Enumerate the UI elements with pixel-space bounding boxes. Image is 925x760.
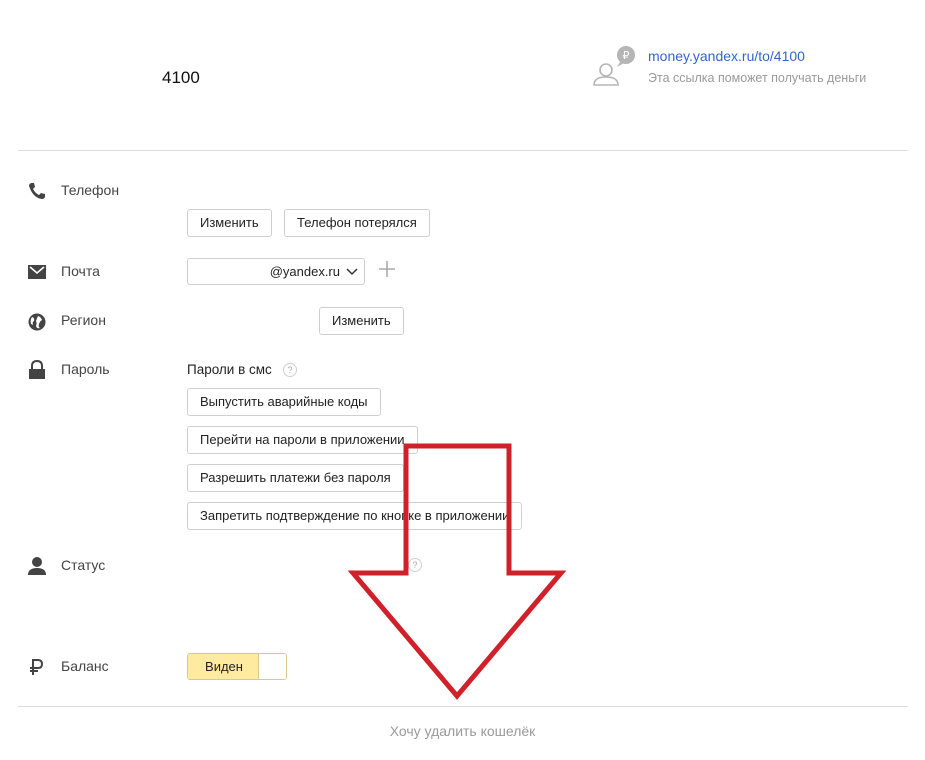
disable-app-confirm-button[interactable]: Запретить подтверждение по кнопке в прил… [187,502,523,530]
phone-label: Телефон [61,182,120,198]
user-icon [28,557,46,575]
plus-icon[interactable] [378,260,396,278]
password-label: Пароль [61,361,110,377]
balance-label: Баланс [61,658,109,674]
status-label: Статус [61,557,106,573]
status-help-icon[interactable]: ? [408,558,422,572]
ruble-icon [30,659,44,675]
phone-icon [29,183,45,199]
mail-icon [28,265,46,279]
wallet-link-hint: Эта ссылка поможет получать деньги [648,71,867,85]
phone-lost-button[interactable]: Телефон потерялся [284,209,430,237]
chevron-down-icon [346,268,358,276]
balance-toggle-label: Виден [188,654,260,679]
toggle-knob [258,654,286,679]
annotation-arrow [347,443,567,700]
ruble-badge: ₽ [623,49,630,62]
region-label: Регион [61,312,106,328]
email-label: Почта [61,263,100,279]
emergency-codes-button[interactable]: Выпустить аварийные коды [187,388,381,416]
profile-link-icon: ₽ [593,46,635,86]
delete-wallet-link[interactable]: Хочу удалить кошелёк [0,723,925,739]
sms-passwords-label: Пароли в смс [187,362,272,377]
email-select-value: @yandex.ru [269,264,340,279]
region-change-button[interactable]: Изменить [319,307,404,335]
email-select[interactable]: @yandex.ru [187,258,365,285]
lock-icon [29,360,45,379]
app-passwords-button[interactable]: Перейти на пароли в приложении [187,426,418,454]
globe-icon [28,313,46,331]
wallet-link[interactable]: money.yandex.ru/to/4100 [648,48,805,64]
phone-change-button[interactable]: Изменить [187,209,272,237]
divider-bottom [18,706,908,707]
divider-top [18,150,908,151]
balance-visibility-toggle[interactable]: Виден [187,653,287,680]
account-number: 4100 [162,68,200,87]
sms-help-icon[interactable]: ? [283,363,297,377]
allow-no-password-button[interactable]: Разрешить платежи без пароля [187,464,404,492]
